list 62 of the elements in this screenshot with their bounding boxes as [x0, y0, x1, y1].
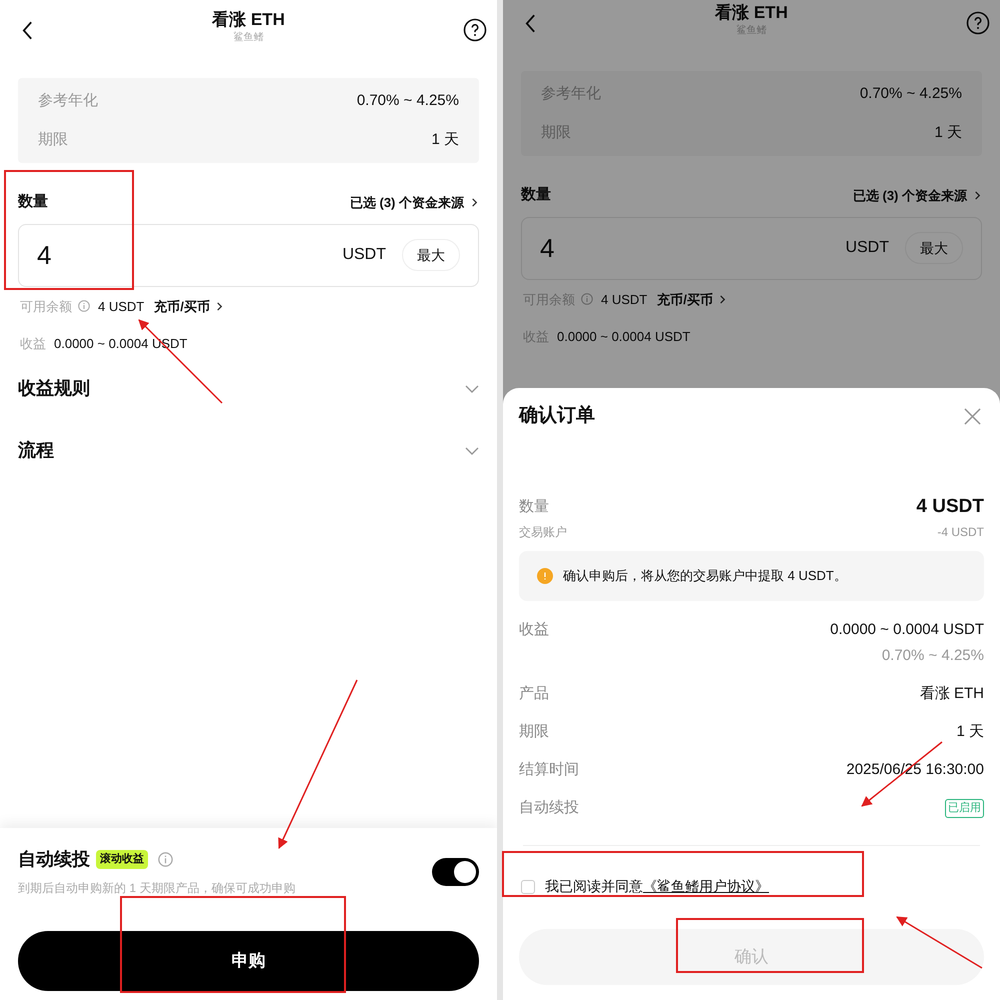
toggle-switch[interactable] — [432, 858, 479, 886]
info-value: 0.70% ~ 4.25% — [356, 91, 459, 111]
page-subtitle: 鲨鱼鳍 — [234, 31, 264, 45]
deposit-link[interactable]: 充币/买币 — [657, 290, 727, 309]
sheet-title: 确认订单 — [519, 404, 595, 428]
balance-value: 4 USDT — [601, 290, 648, 308]
funding-source-link[interactable]: 已选 (3) 个资金来源 — [852, 186, 982, 205]
chevron-right-icon — [470, 198, 479, 207]
detail-value: 看涨 ETH — [920, 684, 984, 704]
detail-value: -4 USDT — [937, 524, 984, 541]
info-value: 1 天 — [431, 130, 459, 150]
detail-value: 0.70% ~ 4.25% — [882, 646, 984, 666]
detail-label: 产品 — [519, 684, 549, 704]
agreement-link[interactable]: 《鲨鱼鳍用户协议》 — [643, 878, 769, 894]
status-tag: 已启用 — [945, 799, 984, 818]
subscribe-button[interactable]: 申购 — [18, 931, 479, 991]
max-button[interactable]: 最大 — [905, 232, 963, 264]
funding-source-link[interactable]: 已选 (3) 个资金来源 — [350, 192, 479, 212]
deposit-link[interactable]: 充币/买币 — [154, 296, 224, 316]
info-label: 参考年化 — [38, 91, 98, 111]
info-value: 0.70% ~ 4.25% — [860, 84, 962, 104]
back-icon[interactable] — [22, 21, 33, 40]
chevron-right-icon — [973, 190, 982, 200]
unit-label: USDT — [342, 245, 386, 265]
back-icon[interactable] — [525, 14, 536, 33]
max-button[interactable]: 最大 — [402, 239, 460, 271]
section-header[interactable]: 流程 — [18, 438, 479, 464]
detail-value: 0.0000 ~ 0.0004 USDT — [830, 620, 984, 640]
detail-value: 4 USDT — [916, 494, 984, 518]
info-value: 1 天 — [934, 123, 962, 143]
close-icon[interactable] — [964, 408, 981, 425]
earnings-value: 0.0000 ~ 0.0004 USDT — [557, 328, 690, 346]
detail-label: 数量 — [519, 496, 549, 516]
auto-renew-title: 自动续投 — [18, 848, 90, 871]
agreement-text: 我已阅读并同意《鲨鱼鳍用户协议》 — [545, 877, 769, 896]
checkbox[interactable] — [521, 880, 535, 894]
help-icon[interactable] — [463, 18, 487, 42]
earnings-label: 收益 — [20, 335, 46, 353]
detail-label: 收益 — [519, 620, 549, 640]
balance-label: 可用余额 — [20, 298, 72, 316]
help-icon[interactable] — [966, 11, 990, 35]
detail-value: 1 天 — [956, 722, 984, 742]
section-header[interactable]: 收益规则 — [18, 376, 479, 402]
page-title: 看涨 ETH — [715, 2, 788, 24]
chevron-right-icon — [718, 294, 727, 304]
tag: 滚动收益 — [96, 850, 148, 869]
auto-renew-description: 到期后自动申购新的 1 天期限产品，确保可成功申购 — [18, 880, 296, 897]
unit-label: USDT — [845, 238, 889, 258]
chevron-right-icon — [214, 302, 224, 311]
amount-field[interactable]: 4 USDT 最大 — [18, 224, 479, 286]
detail-label: 结算时间 — [519, 760, 579, 780]
amount-label: 数量 — [521, 185, 551, 205]
detail-label: 期限 — [519, 722, 549, 742]
info-label: 期限 — [38, 130, 68, 150]
amount-field[interactable]: 4 USDT 最大 — [521, 216, 982, 280]
detail-label: 自动续投 — [519, 798, 579, 818]
page-title: 看涨 ETH — [212, 9, 285, 31]
notice-text: 确认申购后，将从您的交易账户中提取 4 USDT。 — [563, 567, 847, 586]
warning-icon — [537, 568, 553, 584]
detail-label: 交易账户 — [519, 524, 567, 541]
amount-label: 数量 — [18, 192, 48, 212]
balance-value: 4 USDT — [98, 298, 144, 316]
